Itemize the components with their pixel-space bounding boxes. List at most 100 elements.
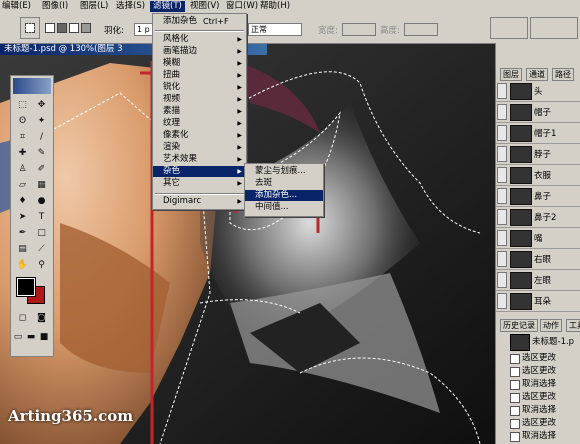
noise-submenu-item[interactable]: 添加杂色... (245, 190, 323, 201)
visibility-eye-icon[interactable] (497, 125, 507, 141)
visibility-eye-icon[interactable] (497, 230, 507, 246)
slice-icon[interactable]: / (33, 130, 50, 144)
history-state[interactable]: 选区更改 (496, 417, 580, 429)
style-select[interactable]: 正常 (248, 23, 302, 36)
layer-row[interactable]: 衣服 (496, 165, 580, 186)
hand-icon[interactable]: ✋ (14, 258, 31, 272)
blur-icon[interactable]: ♦ (14, 194, 31, 208)
menu-view[interactable]: 视图(V) (190, 1, 219, 12)
tab-channels[interactable]: 通道 (526, 68, 548, 81)
height-input[interactable] (404, 23, 438, 36)
stamp-icon[interactable]: ♙ (14, 162, 31, 176)
tab-paths[interactable]: 路径 (552, 68, 574, 81)
digimarc-item[interactable]: Digimarc ▶ (153, 196, 246, 207)
dodge-icon[interactable]: ● (33, 194, 50, 208)
intersect-selection-icon[interactable] (81, 23, 91, 33)
history-state[interactable]: 取消选择 (496, 378, 580, 390)
standard-mode-icon[interactable]: ◻ (14, 311, 31, 325)
pen-icon[interactable]: ✒ (14, 226, 31, 240)
visibility-eye-icon[interactable] (497, 146, 507, 162)
visibility-eye-icon[interactable] (497, 167, 507, 183)
feather-input[interactable]: 1 p (134, 23, 154, 36)
menu-edit[interactable]: 编辑(E) (2, 1, 31, 12)
filter-menu-item[interactable]: 锐化 ▶ (153, 82, 246, 93)
file-browser-tab[interactable] (530, 17, 578, 39)
screen-mode-icon[interactable]: ▭ (12, 330, 24, 344)
noise-submenu-item[interactable]: 中间值... (245, 202, 323, 213)
layer-row[interactable]: 嘴 (496, 228, 580, 249)
screen-mode-menu-icon[interactable]: ▬ (25, 330, 37, 344)
history-state[interactable]: 选区更改 (496, 365, 580, 377)
zoom-icon[interactable]: ⚲ (33, 258, 50, 272)
filter-menu-item[interactable]: 渲染 ▶ (153, 142, 246, 153)
tab-tools[interactable]: 工具 (566, 319, 580, 332)
visibility-eye-icon[interactable] (497, 188, 507, 204)
menu-help[interactable]: 帮助(H) (260, 1, 290, 12)
layer-row[interactable]: 脖子 (496, 144, 580, 165)
menu-select[interactable]: 选择(S) (116, 1, 145, 12)
eyedropper-icon[interactable]: ⟋ (33, 242, 50, 256)
eraser-icon[interactable]: ▱ (14, 178, 31, 192)
filter-menu-item[interactable]: 像素化 ▶ (153, 130, 246, 141)
history-state[interactable]: 选区更改 (496, 352, 580, 364)
type-icon[interactable]: T (33, 210, 50, 224)
filter-menu-item[interactable]: 视频 ▶ (153, 94, 246, 105)
move-icon[interactable]: ✥ (33, 98, 50, 112)
menu-layer[interactable]: 图层(L) (80, 1, 108, 12)
tab-actions[interactable]: 动作 (540, 319, 562, 332)
crop-icon[interactable]: ⌗ (14, 130, 31, 144)
noise-submenu-item[interactable]: 去斑 (245, 178, 323, 189)
layer-row[interactable]: 鼻子 (496, 186, 580, 207)
path-select-icon[interactable]: ➤ (14, 210, 31, 224)
visibility-eye-icon[interactable] (497, 83, 507, 99)
layer-row[interactable]: 头 (496, 81, 580, 102)
marquee-preset-button[interactable] (20, 17, 40, 39)
history-snapshot[interactable]: 未标题-1.p (496, 333, 580, 351)
history-state[interactable]: 取消选择 (496, 430, 580, 442)
document-canvas[interactable] (0, 43, 495, 444)
tab-layers[interactable]: 图层 (500, 68, 522, 81)
last-filter-item[interactable]: 添加杂色 Ctrl+F (153, 16, 246, 27)
filter-menu-item[interactable]: 其它 ▶ (153, 178, 246, 189)
brush-icon[interactable]: ✎ (33, 146, 50, 160)
magic-wand-icon[interactable]: ✦ (33, 114, 50, 128)
lasso-icon[interactable]: ʘ (14, 114, 31, 128)
history-state[interactable]: 选区更改 (496, 391, 580, 403)
filter-menu-item[interactable]: 纹理 ▶ (153, 118, 246, 129)
visibility-eye-icon[interactable] (497, 251, 507, 267)
tab-history[interactable]: 历史记录 (500, 319, 538, 332)
menu-window[interactable]: 窗口(W) (226, 1, 258, 12)
foreground-color-swatch[interactable] (16, 277, 36, 297)
new-selection-icon[interactable] (45, 23, 55, 33)
gradient-icon[interactable]: ▦ (33, 178, 50, 192)
width-input[interactable] (342, 23, 376, 36)
filter-menu-item[interactable]: 素描 ▶ (153, 106, 246, 117)
layer-row[interactable]: 帽子1 (496, 123, 580, 144)
filter-menu-item[interactable]: 扭曲 ▶ (153, 70, 246, 81)
layer-row[interactable]: 帽子 (496, 102, 580, 123)
visibility-eye-icon[interactable] (497, 104, 507, 120)
marquee-icon[interactable]: ⬚ (14, 98, 31, 112)
add-selection-icon[interactable] (57, 23, 67, 33)
filter-menu-item[interactable]: 画笔描边 ▶ (153, 46, 246, 57)
visibility-eye-icon[interactable] (497, 293, 507, 309)
shape-icon[interactable]: □ (33, 226, 50, 240)
notes-icon[interactable]: ▤ (14, 242, 31, 256)
layer-row[interactable]: 左眼 (496, 270, 580, 291)
quick-mask-icon[interactable]: ◙ (33, 311, 50, 325)
noise-submenu-item[interactable]: 蒙尘与划痕... (245, 166, 323, 177)
brushes-tab[interactable] (490, 17, 528, 39)
menu-filter[interactable]: 滤镜(T) (150, 1, 185, 12)
layer-row[interactable]: 右眼 (496, 249, 580, 270)
history-state[interactable]: 取消选择 (496, 404, 580, 416)
layer-row[interactable]: 鼻子2 (496, 207, 580, 228)
visibility-eye-icon[interactable] (497, 209, 507, 225)
filter-menu-item[interactable]: 模糊 ▶ (153, 58, 246, 69)
menu-image[interactable]: 图像(I) (42, 1, 68, 12)
fullscreen-icon[interactable]: ■ (38, 330, 50, 344)
layer-row[interactable]: 耳朵 (496, 291, 580, 312)
filter-menu-item[interactable]: 艺术效果 ▶ (153, 154, 246, 165)
filter-menu-item[interactable]: 杂色 ▶ (153, 166, 246, 177)
healing-icon[interactable]: ✚ (14, 146, 31, 160)
visibility-eye-icon[interactable] (497, 272, 507, 288)
